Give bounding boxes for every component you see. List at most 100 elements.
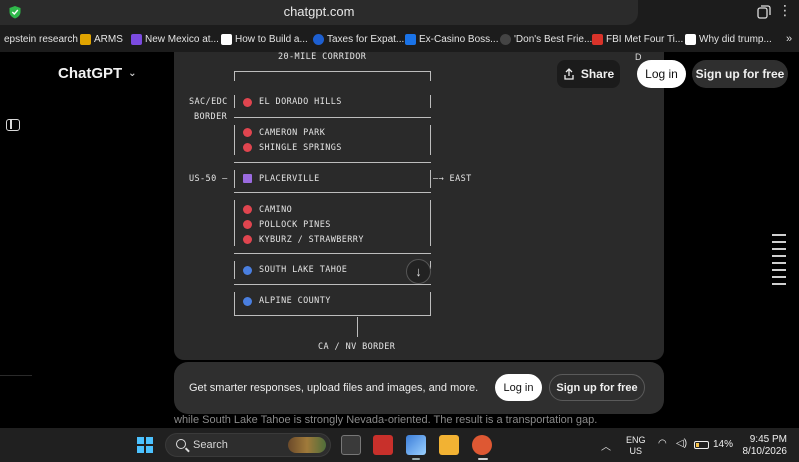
- banner-login-button[interactable]: Log in: [495, 374, 542, 401]
- bookmark-label: ARMS: [94, 34, 123, 45]
- divider: [430, 170, 431, 188]
- battery-icon[interactable]: [694, 441, 709, 449]
- bottom-label: CA / NV BORDER: [318, 342, 396, 352]
- divider: [430, 292, 431, 316]
- folder-icon: [80, 34, 91, 45]
- sidebar-toggle-icon[interactable]: [6, 119, 20, 131]
- app-icon[interactable]: [406, 435, 426, 455]
- share-button[interactable]: Share: [557, 60, 620, 88]
- task-view-icon[interactable]: [341, 435, 361, 455]
- divider: [357, 317, 358, 337]
- bookmark-item[interactable]: Why did trump...: [685, 34, 772, 45]
- corner-glyph: D: [635, 52, 642, 62]
- bookmarks-bar: epstein research ARMS New Mexico at... H…: [0, 30, 799, 52]
- site-favicon-icon: [592, 34, 603, 45]
- blue-marker-icon: [243, 266, 252, 275]
- signup-banner: Get smarter responses, upload files and …: [174, 362, 664, 414]
- url-text[interactable]: chatgpt.com: [0, 4, 638, 19]
- bookmark-label: FBI Met Four Ti...: [606, 34, 684, 45]
- divider: [234, 170, 235, 188]
- divider: [234, 117, 431, 118]
- language-indicator[interactable]: ENG US: [626, 435, 646, 457]
- site-favicon-icon: [685, 34, 696, 45]
- divider: [0, 375, 32, 376]
- stop-label: ALPINE COUNTY: [259, 296, 331, 306]
- lang-region: US: [629, 446, 643, 456]
- divider: [430, 200, 431, 246]
- diagram-code-block: 20-MILE CORRIDOR EL DORADO HILLS SAC/EDC…: [174, 52, 664, 360]
- volume-icon[interactable]: ◁): [676, 438, 687, 449]
- red-marker-icon: [243, 220, 252, 229]
- side-label: SAC/EDC: [189, 97, 228, 107]
- stop-label: KYBURZ / STRAWBERRY: [259, 235, 364, 245]
- search-label: Search: [193, 439, 228, 451]
- bookmark-item[interactable]: FBI Met Four Ti...: [592, 34, 683, 45]
- bookmark-label: How to Build a...: [235, 34, 308, 45]
- brand-title: ChatGPT: [58, 65, 123, 82]
- divider: [234, 292, 235, 316]
- divider: [234, 253, 431, 254]
- site-favicon-icon: [405, 34, 416, 45]
- divider: [234, 125, 235, 155]
- file-explorer-icon[interactable]: [439, 435, 459, 455]
- stop-label: SOUTH LAKE TAHOE: [259, 265, 348, 275]
- lang-code: ENG: [626, 435, 646, 445]
- taskbar-search[interactable]: Search: [165, 433, 331, 457]
- bookmark-item[interactable]: Taxes for Expat...: [313, 34, 404, 45]
- divider: [234, 71, 431, 72]
- bookmark-item[interactable]: 'Don's Best Frie...: [500, 34, 592, 45]
- purple-square-marker-icon: [243, 174, 252, 183]
- taskbar: Search ︿ ENG US ◠ ◁) 14% 9:45 PM 8/10/20…: [0, 428, 799, 462]
- search-icon: [176, 439, 186, 449]
- divider: [430, 71, 431, 81]
- tab-switcher-icon[interactable]: [756, 4, 772, 20]
- signup-button[interactable]: Sign up for free: [692, 60, 788, 88]
- stop-label: CAMINO: [259, 205, 293, 215]
- divider: [234, 284, 431, 285]
- more-bookmarks-icon[interactable]: »: [786, 33, 792, 45]
- bookmark-item[interactable]: New Mexico at...: [131, 34, 219, 45]
- conversation-scroll-indicator[interactable]: [772, 234, 786, 290]
- search-highlight-image: [288, 437, 326, 453]
- bookmark-label: Why did trump...: [699, 34, 772, 45]
- clock[interactable]: 9:45 PM 8/10/2026: [741, 434, 788, 458]
- partial-response-text: while South Lake Tahoe is strongly Nevad…: [174, 414, 598, 426]
- bookmark-item[interactable]: Ex-Casino Boss...: [405, 34, 498, 45]
- login-button[interactable]: Log in: [637, 60, 686, 88]
- windows-start-icon[interactable]: [137, 437, 153, 453]
- more-menu-icon[interactable]: ⋮: [777, 2, 793, 19]
- duckduckgo-browser-icon[interactable]: [472, 435, 492, 455]
- model-switcher[interactable]: ChatGPT ⌄: [58, 65, 137, 82]
- bookmark-item[interactable]: How to Build a...: [221, 34, 308, 45]
- wifi-icon[interactable]: ◠: [658, 438, 667, 449]
- site-favicon-icon: [131, 34, 142, 45]
- battery-percent: 14%: [713, 439, 734, 450]
- stop-label: PLACERVILLE: [259, 174, 320, 184]
- chevron-up-icon[interactable]: ︿: [601, 438, 611, 453]
- divider: [234, 162, 431, 163]
- clock-date: 8/10/2026: [742, 446, 788, 457]
- red-marker-icon: [243, 235, 252, 244]
- stop-label: POLLOCK PINES: [259, 220, 331, 230]
- east-label: —→ EAST: [433, 174, 472, 184]
- divider: [234, 71, 235, 81]
- bookmark-item[interactable]: ARMS: [80, 34, 123, 45]
- share-icon: [564, 68, 574, 80]
- bookmark-label: 'Don's Best Frie...: [514, 34, 593, 45]
- divider: [234, 95, 235, 108]
- diagram-title: 20-MILE CORRIDOR: [278, 52, 367, 62]
- clock-time: 9:45 PM: [749, 434, 787, 445]
- address-bar[interactable]: chatgpt.com: [0, 0, 638, 25]
- divider: [234, 315, 431, 316]
- scroll-down-arrow-icon[interactable]: ↓: [406, 259, 431, 284]
- bookmark-label: New Mexico at...: [145, 34, 219, 45]
- sidebar-rail: [0, 52, 32, 428]
- active-app-indicator: [478, 458, 488, 460]
- side-label: BORDER: [194, 112, 228, 122]
- active-app-indicator: [412, 458, 420, 460]
- bookmark-item[interactable]: epstein research: [4, 34, 78, 45]
- office-app-icon[interactable]: [373, 435, 393, 455]
- banner-signup-button[interactable]: Sign up for free: [549, 374, 645, 401]
- browser-toolbar: chatgpt.com ⋮: [0, 0, 799, 30]
- red-marker-icon: [243, 205, 252, 214]
